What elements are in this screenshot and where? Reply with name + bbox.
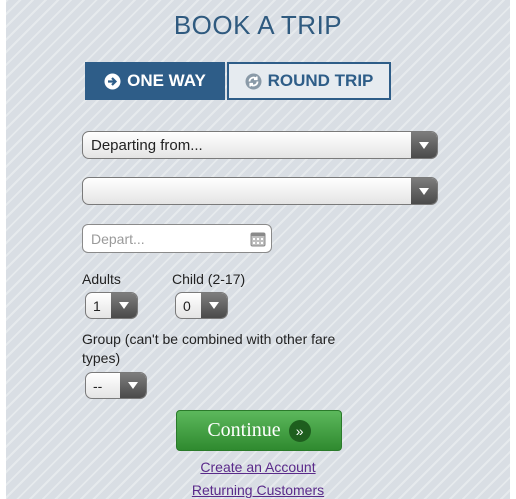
continue-button[interactable]: Continue » — [176, 410, 342, 451]
adults-select[interactable]: 1 — [85, 292, 138, 319]
chevron-down-icon — [411, 132, 437, 158]
depart-date-placeholder: Depart... — [91, 230, 145, 247]
round-trip-icon — [245, 73, 262, 90]
calendar-icon[interactable] — [250, 231, 266, 250]
group-select[interactable]: -- — [85, 372, 147, 399]
returning-customers-link[interactable]: Returning Customers — [6, 482, 510, 498]
double-chevron-right-icon: » — [288, 419, 311, 442]
child-label: Child (2-17) — [172, 271, 246, 287]
tab-one-way[interactable]: ONE WAY — [85, 62, 225, 100]
chevron-down-icon — [201, 293, 227, 318]
continue-label: Continue — [207, 419, 281, 441]
depart-date-input[interactable]: Depart... — [82, 224, 272, 253]
child-value: 0 — [183, 297, 191, 314]
adults-label: Adults — [82, 271, 121, 287]
departing-from-value: Departing from... — [91, 136, 203, 154]
tab-round-trip-label: ROUND TRIP — [267, 71, 374, 90]
group-label: Group (can't be combined with other fare — [82, 331, 336, 347]
chevron-down-icon — [120, 373, 146, 398]
arrow-right-circle-icon — [104, 73, 121, 90]
child-select[interactable]: 0 — [175, 292, 228, 319]
tab-one-way-label: ONE WAY — [127, 71, 206, 90]
tab-round-trip[interactable]: ROUND TRIP — [227, 62, 391, 100]
group-label-continued: types) — [82, 350, 121, 366]
booking-panel: BOOK A TRIP ONE WAY ROUND TRIP Departing… — [6, 0, 510, 499]
create-account-link[interactable]: Create an Account — [6, 459, 510, 475]
adults-value: 1 — [93, 297, 101, 314]
group-value: -- — [93, 377, 103, 394]
chevron-down-icon — [411, 178, 437, 204]
destination-select[interactable] — [82, 177, 438, 205]
page-title: BOOK A TRIP — [173, 10, 343, 40]
departing-from-select[interactable]: Departing from... — [82, 131, 438, 159]
chevron-down-icon — [111, 293, 137, 318]
